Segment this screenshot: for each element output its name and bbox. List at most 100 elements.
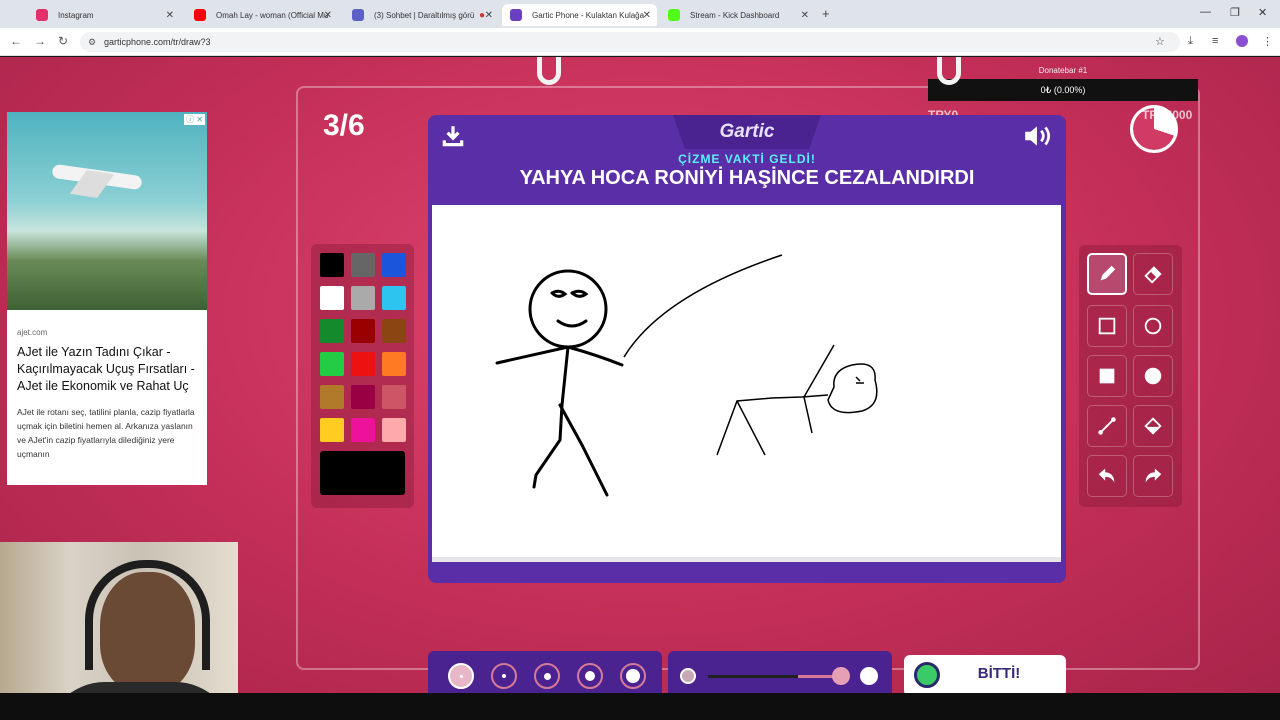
close-icon[interactable]: ✕ <box>324 10 332 21</box>
color-swatch[interactable] <box>382 286 406 310</box>
phase-subtitle: ÇİZME VAKTİ GELDİ! <box>678 152 816 166</box>
tab-teams[interactable]: (3) Sohbet | Daraltılmış görü ● ✕ <box>344 4 499 26</box>
donate-label: Donatebar #1 <box>1038 66 1088 75</box>
brush-size-4[interactable] <box>577 663 603 689</box>
fill-bucket-icon <box>1144 417 1162 435</box>
instagram-icon <box>36 9 48 21</box>
color-swatch[interactable] <box>351 286 375 310</box>
opacity-min-icon <box>680 668 696 684</box>
undo-tool[interactable] <box>1087 455 1127 497</box>
restore-icon[interactable]: ❐ <box>1230 6 1240 19</box>
opacity-max-icon <box>860 667 878 685</box>
drawing-canvas[interactable] <box>432 205 1061 562</box>
brush-size-2[interactable] <box>491 663 517 689</box>
ad-title[interactable]: AJet ile Yazın Tadını Çıkar - Kaçırılmay… <box>17 344 199 395</box>
rectangle-filled-tool[interactable] <box>1087 355 1127 397</box>
color-swatch[interactable] <box>320 352 344 376</box>
color-swatch[interactable] <box>351 418 375 442</box>
color-swatch[interactable] <box>382 385 406 409</box>
download-icon[interactable] <box>440 123 466 149</box>
brush-size-1[interactable] <box>448 663 474 689</box>
donate-bar: Donatebar #1 0₺ (0.00%) <box>928 66 1198 102</box>
close-icon[interactable]: ✕ <box>801 10 809 21</box>
color-swatch[interactable] <box>351 319 375 343</box>
ad-image[interactable]: ⓘ ✕ <box>7 112 207 310</box>
minimize-icon[interactable]: — <box>1200 6 1211 18</box>
reload-icon[interactable]: ↻ <box>58 34 68 48</box>
url-field[interactable]: ⚙ garticphone.com/tr/draw?3 <box>80 32 1180 52</box>
round-counter: 3/6 <box>323 109 365 142</box>
tab-label: Omah Lay - woman (Official Mu <box>216 10 329 20</box>
eraser-icon <box>1144 266 1162 284</box>
tab-label: Instagram <box>58 10 94 20</box>
binder-ring <box>937 57 961 85</box>
close-icon[interactable]: ✕ <box>643 10 651 21</box>
pen-tool[interactable] <box>1087 253 1127 295</box>
ad-body: AJet ile rotanı seç, tatilini planla, ca… <box>17 407 195 459</box>
menu-icon[interactable]: ⋮ <box>1262 35 1273 48</box>
bookmark-star-icon[interactable]: ☆ <box>1155 35 1165 48</box>
new-tab-icon[interactable]: + <box>822 6 830 21</box>
redo-tool[interactable] <box>1133 455 1173 497</box>
drawing-prompt: YAHYA HOCA RONİYİ HAŞİNCE CEZALANDIRDI <box>519 167 975 189</box>
headphones-icon <box>85 560 210 670</box>
color-swatch[interactable] <box>382 418 406 442</box>
back-icon[interactable]: ← <box>10 34 22 48</box>
color-swatch[interactable] <box>320 319 344 343</box>
site-info-icon[interactable]: ⚙ <box>88 37 98 47</box>
donate-max: TRY5000 <box>1142 108 1193 122</box>
color-swatch[interactable] <box>382 352 406 376</box>
download-icon[interactable]: ⤓ <box>1188 35 1193 48</box>
brush-size-5[interactable] <box>620 663 646 689</box>
tool-panel <box>1079 245 1182 507</box>
board-header: Gartic ÇİZME VAKTİ GELDİ! YAHYA HOCA RON… <box>428 115 1066 203</box>
tab-gartic[interactable]: Gartic Phone - Kulaktan Kulağa ✕ <box>502 4 657 26</box>
kick-icon <box>668 9 680 21</box>
tab-kick[interactable]: Stream - Kick Dashboard ✕ <box>660 4 815 26</box>
circle-outline-icon <box>1144 317 1162 335</box>
tab-label: Gartic Phone - Kulaktan Kulağa <box>532 10 645 20</box>
brush-size-bar <box>428 651 662 693</box>
eraser-tool[interactable] <box>1133 253 1173 295</box>
color-swatch[interactable] <box>351 385 375 409</box>
color-swatch[interactable] <box>320 418 344 442</box>
brush-size-3[interactable] <box>534 663 560 689</box>
fill-bucket-tool[interactable] <box>1133 405 1173 447</box>
done-button[interactable]: BİTTİ! <box>904 655 1066 693</box>
binder-ring <box>537 57 561 85</box>
gartic-logo: Gartic <box>719 121 775 142</box>
done-label: BİTTİ! <box>977 665 1021 682</box>
color-swatch[interactable] <box>382 253 406 277</box>
color-swatch[interactable] <box>320 385 344 409</box>
color-swatch[interactable] <box>320 286 344 310</box>
color-swatch[interactable] <box>382 319 406 343</box>
tab-label: (3) Sohbet | Daraltılmış görü <box>374 10 475 20</box>
playlist-icon[interactable]: ≡ <box>1212 35 1218 47</box>
teams-icon <box>352 9 364 21</box>
circle-filled-tool[interactable] <box>1133 355 1173 397</box>
sound-icon[interactable] <box>1022 123 1054 149</box>
profile-avatar[interactable] <box>1236 35 1248 47</box>
color-swatch[interactable] <box>351 253 375 277</box>
opacity-slider[interactable] <box>668 651 892 693</box>
close-icon[interactable]: ✕ <box>166 10 174 21</box>
close-icon[interactable]: ✕ <box>485 10 493 21</box>
current-color <box>320 451 405 495</box>
taskbar <box>0 693 1280 720</box>
close-window-icon[interactable]: ✕ <box>1258 6 1267 19</box>
slider-knob[interactable] <box>832 667 850 685</box>
color-swatch[interactable] <box>351 352 375 376</box>
line-tool[interactable] <box>1087 405 1127 447</box>
circle-outline-tool[interactable] <box>1133 305 1173 347</box>
adchoices-icon[interactable]: ⓘ ✕ <box>184 114 205 125</box>
advertisement[interactable]: ⓘ ✕ ajet.com AJet ile Yazın Tadını Çıkar… <box>7 112 207 485</box>
ad-domain: ajet.com <box>17 328 48 337</box>
tab-instagram[interactable]: Instagram ✕ <box>28 4 180 26</box>
forward-icon[interactable]: → <box>34 34 46 48</box>
color-swatch[interactable] <box>320 253 344 277</box>
tab-youtube[interactable]: Omah Lay - woman (Official Mu ✕ <box>186 4 338 26</box>
rectangle-outline-tool[interactable] <box>1087 305 1127 347</box>
youtube-icon <box>194 9 206 21</box>
color-palette <box>311 244 414 508</box>
rectangle-filled-icon <box>1099 368 1115 384</box>
